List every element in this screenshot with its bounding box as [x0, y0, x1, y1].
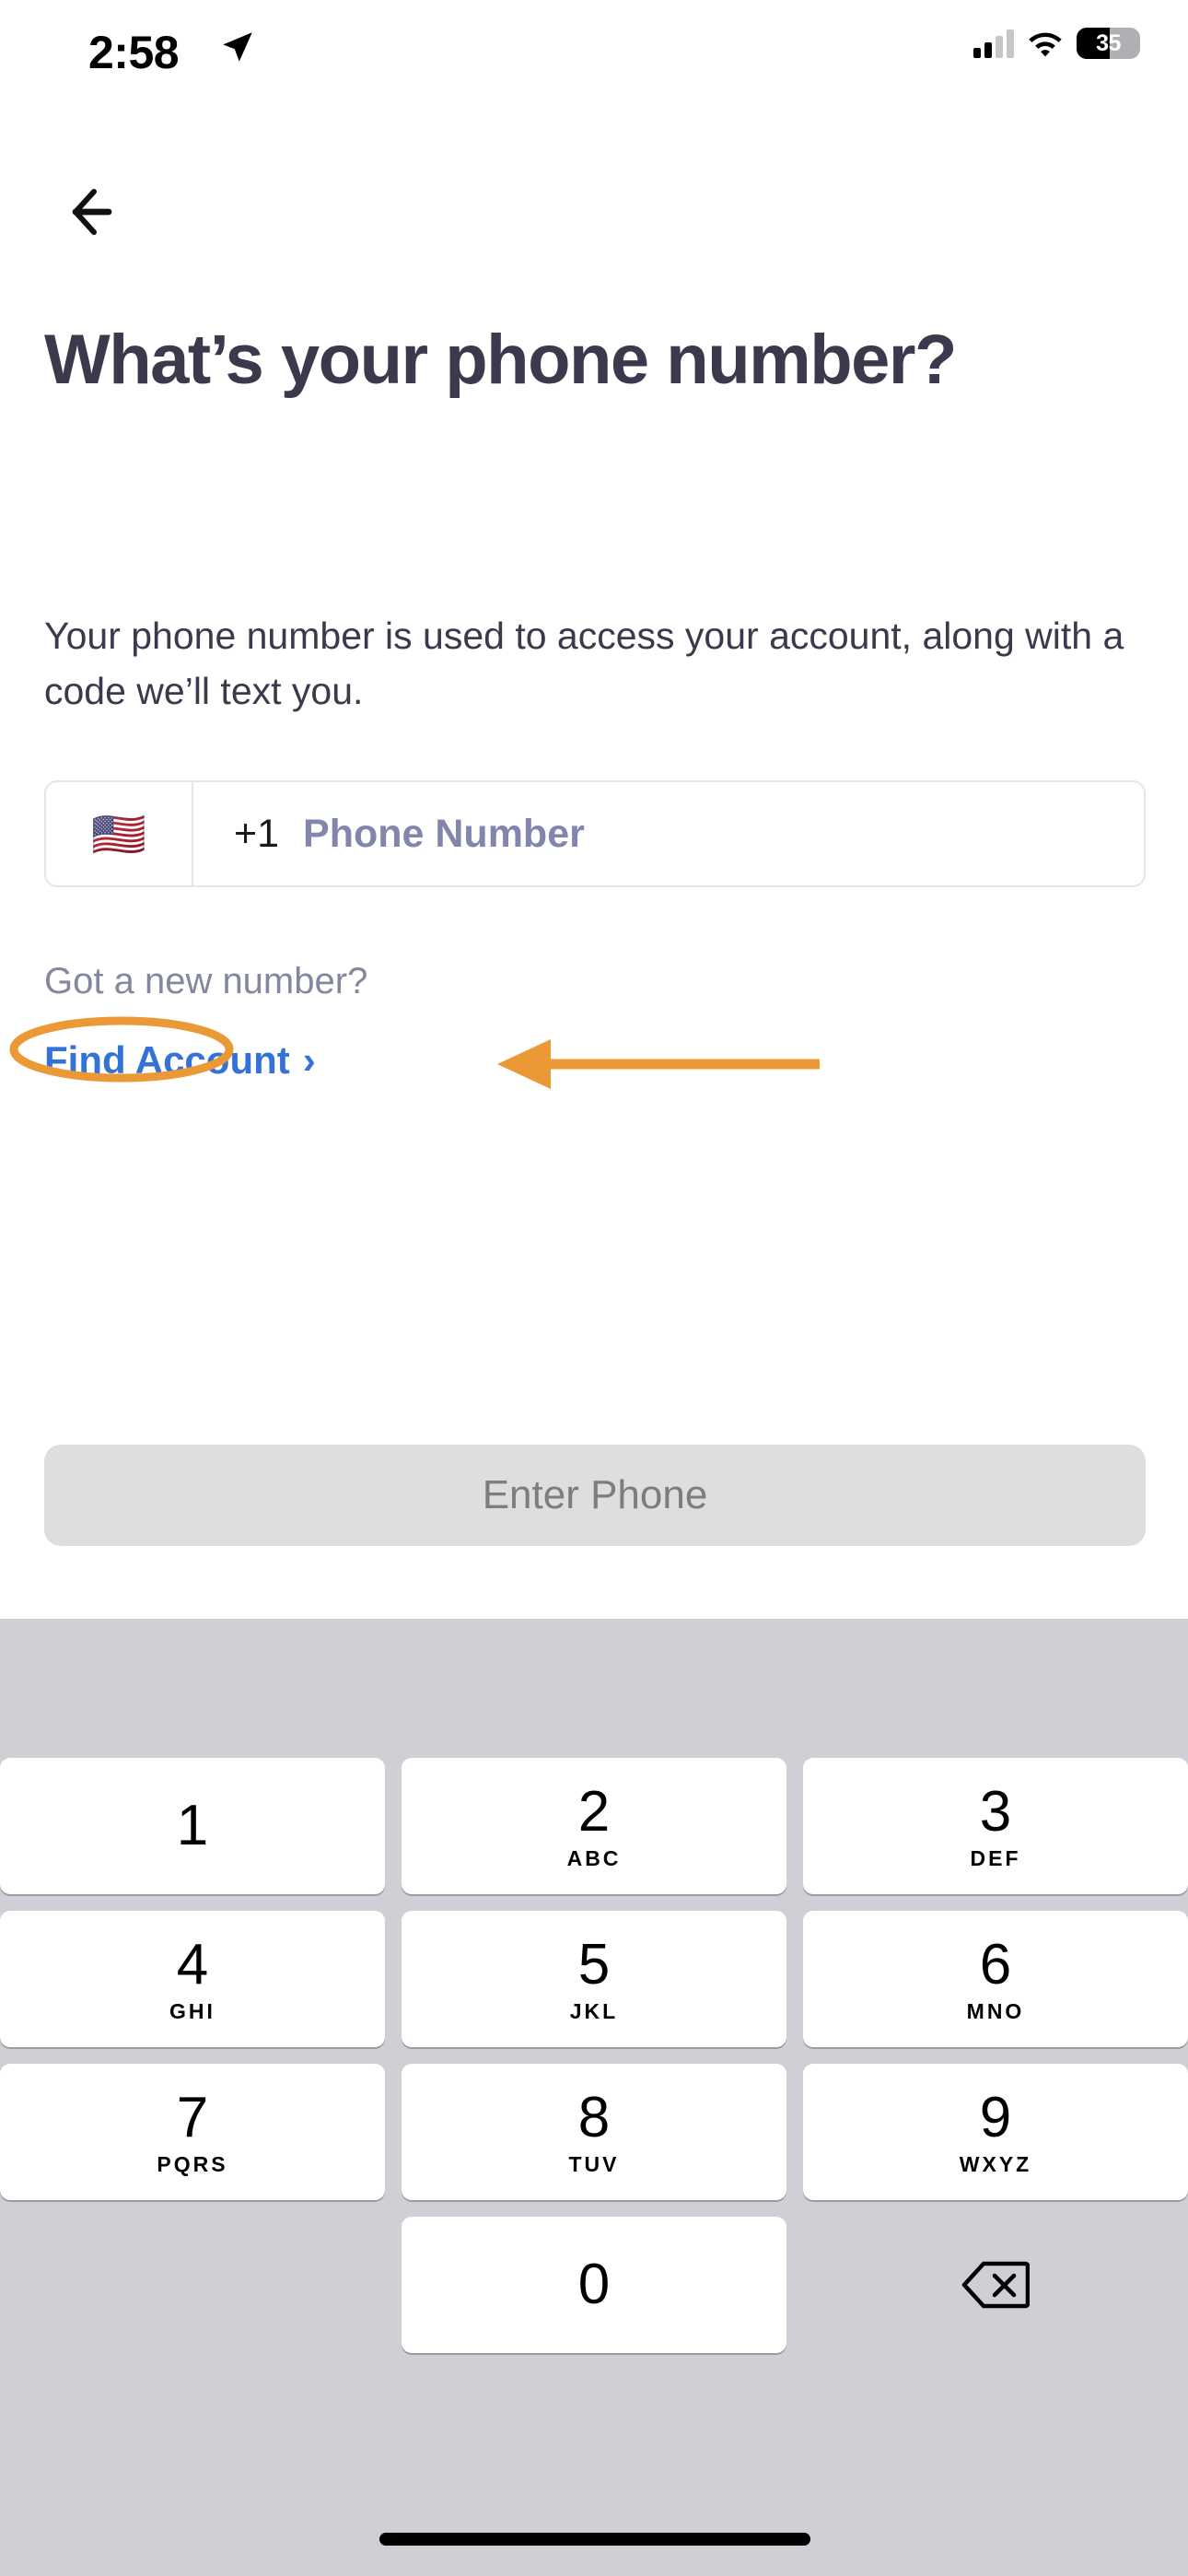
location-arrow-icon: [218, 28, 257, 66]
keypad-spacer: [0, 2217, 385, 2353]
keypad-letters: GHI: [169, 2001, 215, 2022]
keypad-letters: TUV: [569, 2154, 620, 2175]
phone-number-screen: 2:58 35 What’s your phone number? Your: [0, 0, 1188, 2576]
keypad-digit: 8: [578, 2090, 610, 2147]
find-account-label: Find Account: [44, 1038, 290, 1083]
got-new-number-label: Got a new number?: [44, 961, 367, 1002]
keypad-key-4[interactable]: 4 GHI: [0, 1911, 385, 2047]
phone-number-input-area[interactable]: +1 Phone Number: [193, 782, 1144, 885]
keypad-row: 1 2 ABC 3 DEF: [0, 1758, 1188, 1894]
find-account-link[interactable]: Find Account ›: [44, 1038, 316, 1083]
status-bar: 2:58 35: [0, 0, 1188, 106]
keypad-row: 4 GHI 5 JKL 6 MNO: [0, 1911, 1188, 2047]
annotation-arrow-icon: [488, 1032, 829, 1096]
keypad-letters: PQRS: [157, 2154, 227, 2175]
home-indicator: [379, 2533, 810, 2546]
battery-percent-label: 35: [1077, 28, 1140, 59]
back-arrow-icon[interactable]: [61, 175, 134, 249]
backspace-delete-icon: [961, 2260, 1030, 2310]
keypad-key-8[interactable]: 8 TUV: [402, 2064, 786, 2200]
keypad-digit: 7: [177, 2090, 208, 2147]
status-bar-time: 2:58: [88, 26, 179, 79]
keypad-letters: JKL: [570, 2001, 618, 2022]
keypad-digit: 5: [578, 1937, 610, 1994]
cellular-signal-icon: [973, 29, 1014, 58]
keypad-grid: 1 2 ABC 3 DEF 4 GHI 5 JKL 6 MNO 7 PQRS 8 TUV 9 WXYZ 0: [0, 1758, 1188, 2353]
chevron-right-icon: ›: [303, 1041, 316, 1080]
keypad-key-6[interactable]: 6 MNO: [803, 1911, 1188, 2047]
keypad-digit: 2: [578, 1784, 610, 1841]
country-code-label: +1: [234, 812, 279, 857]
keypad-digit: 1: [177, 1797, 208, 1855]
enter-phone-button[interactable]: Enter Phone: [44, 1445, 1146, 1546]
keypad-delete-key[interactable]: [803, 2217, 1188, 2353]
keypad-digit: 3: [980, 1784, 1011, 1841]
keypad-row: 0: [0, 2217, 1188, 2353]
keypad-letters: MNO: [967, 2001, 1025, 2022]
keypad-digit: 9: [980, 2090, 1011, 2147]
keypad-row: 7 PQRS 8 TUV 9 WXYZ: [0, 2064, 1188, 2200]
us-flag-icon: 🇺🇸: [91, 808, 146, 861]
keypad-key-1[interactable]: 1: [0, 1758, 385, 1894]
battery-icon: 35: [1077, 28, 1140, 59]
keypad-letters: ABC: [567, 1848, 622, 1869]
phone-number-field[interactable]: 🇺🇸 +1 Phone Number: [44, 780, 1146, 887]
page-subtitle: Your phone number is used to access your…: [44, 608, 1149, 719]
keypad-digit: 0: [578, 2256, 610, 2313]
keypad-key-3[interactable]: 3 DEF: [803, 1758, 1188, 1894]
numeric-keypad: 1 2 ABC 3 DEF 4 GHI 5 JKL 6 MNO 7 PQRS 8 TUV 9 WXYZ 0: [0, 1619, 1188, 2576]
country-selector[interactable]: 🇺🇸: [46, 782, 193, 885]
status-bar-indicators: 35: [973, 28, 1140, 59]
keypad-key-2[interactable]: 2 ABC: [402, 1758, 786, 1894]
keypad-digit: 6: [980, 1937, 1011, 1994]
keypad-letters: DEF: [971, 1848, 1021, 1869]
page-title: What’s your phone number?: [44, 324, 1131, 396]
keypad-key-9[interactable]: 9 WXYZ: [803, 2064, 1188, 2200]
keypad-key-7[interactable]: 7 PQRS: [0, 2064, 385, 2200]
keypad-key-0[interactable]: 0: [402, 2217, 786, 2353]
wifi-icon: [1027, 29, 1064, 57]
keypad-key-5[interactable]: 5 JKL: [402, 1911, 786, 2047]
keypad-letters: WXYZ: [960, 2154, 1031, 2175]
phone-number-input[interactable]: Phone Number: [303, 812, 585, 857]
keypad-digit: 4: [177, 1937, 208, 1994]
